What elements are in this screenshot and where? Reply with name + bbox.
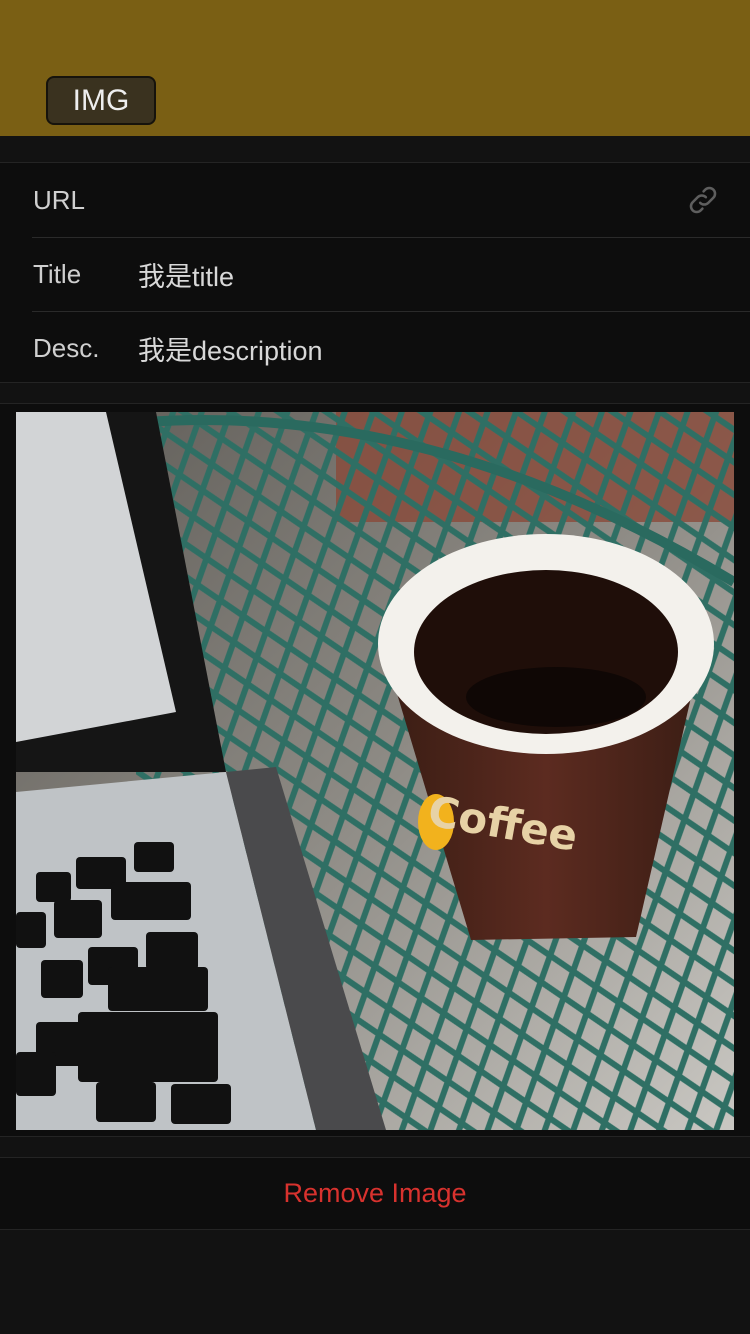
img-button[interactable]: IMG [46, 76, 156, 125]
url-row[interactable]: URL [0, 163, 750, 237]
url-label: URL [33, 184, 86, 215]
title-row[interactable]: Title 我是title [0, 237, 750, 311]
attached-photo[interactable]: Coffee [16, 412, 734, 1130]
header-bar: IMG [0, 0, 750, 136]
remove-image-button[interactable]: Remove Image [283, 1178, 466, 1209]
remove-section: Remove Image [0, 1157, 750, 1230]
form-section: URL Title 我是title Desc. 我是description [0, 162, 750, 383]
title-field[interactable]: 我是title [138, 255, 234, 294]
desc-row[interactable]: Desc. 我是description [0, 311, 750, 385]
desc-label: Desc. [33, 332, 100, 363]
image-section: Coffee [0, 403, 750, 1137]
title-label: Title [33, 258, 82, 289]
desc-field[interactable]: 我是description [138, 329, 323, 368]
link-icon[interactable] [686, 183, 720, 217]
